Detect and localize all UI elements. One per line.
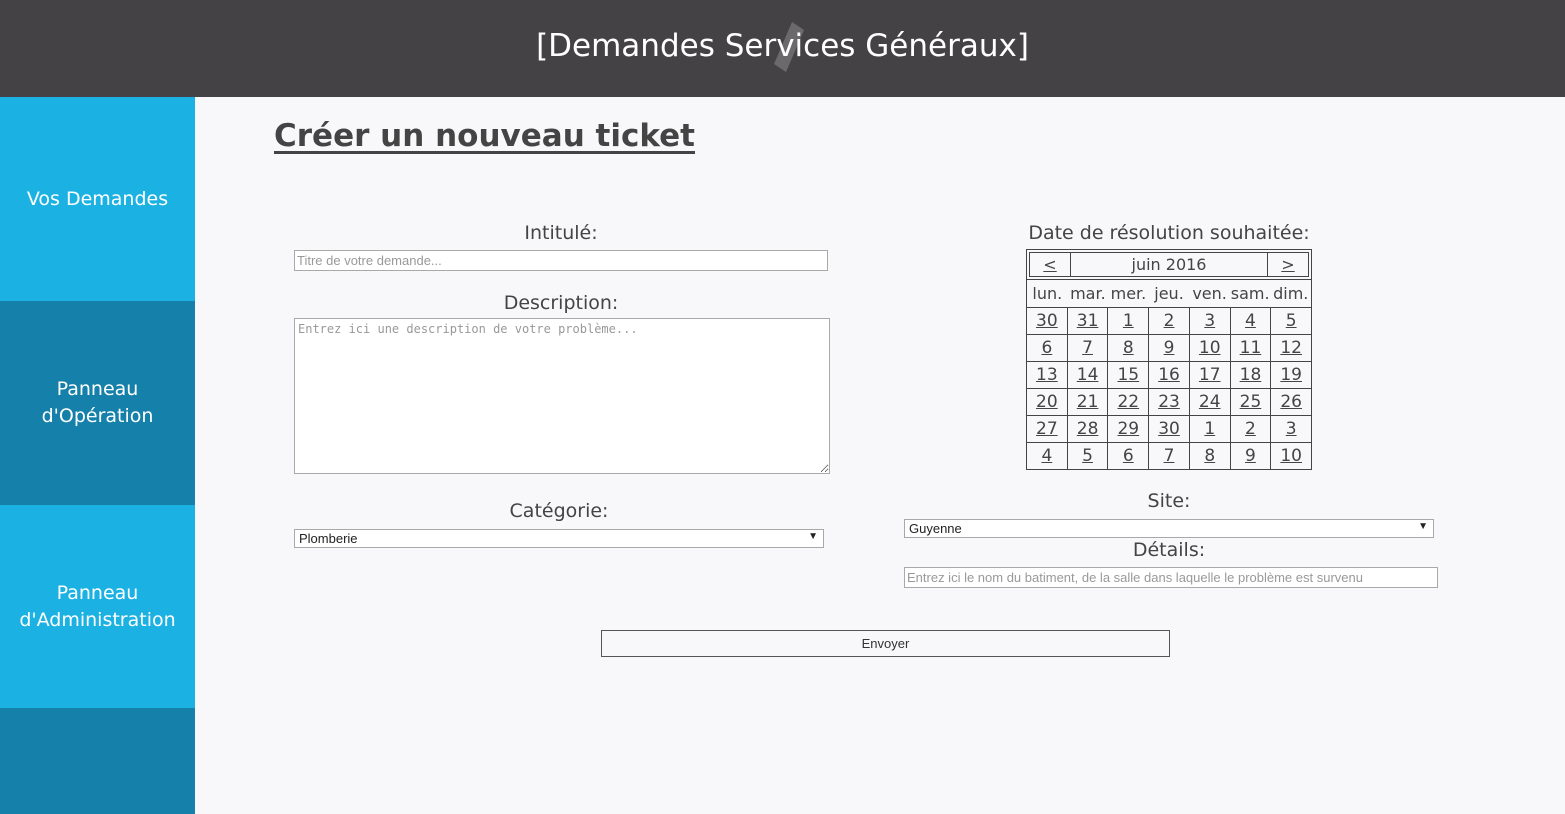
calendar-day[interactable]: 8 bbox=[1188, 443, 1230, 469]
date-label: Date de résolution souhaitée: bbox=[1028, 222, 1310, 244]
calendar-day[interactable]: 29 bbox=[1107, 416, 1148, 442]
sidebar-item-label: Panneau d'Opération bbox=[41, 378, 154, 427]
calendar-day[interactable]: 15 bbox=[1107, 362, 1148, 388]
calendar-weekday: mer. bbox=[1110, 284, 1147, 303]
calendar-day[interactable]: 3 bbox=[1270, 416, 1311, 442]
site-select[interactable]: Guyenne ▼ bbox=[904, 519, 1434, 538]
calendar-day[interactable]: 3 bbox=[1188, 308, 1230, 334]
calendar-day[interactable]: 9 bbox=[1148, 335, 1189, 361]
calendar-next-month-button[interactable]: > bbox=[1267, 253, 1308, 276]
site-label: Site: bbox=[1147, 490, 1191, 512]
dropdown-arrow-icon: ▼ bbox=[1418, 521, 1428, 532]
calendar-day[interactable]: 16 bbox=[1148, 362, 1189, 388]
calendar-day[interactable]: 27 bbox=[1027, 416, 1067, 442]
calendar-day[interactable]: 19 bbox=[1270, 362, 1311, 388]
calendar-day[interactable]: 21 bbox=[1066, 389, 1108, 415]
categorie-selected-value: Plomberie bbox=[299, 531, 358, 546]
calendar-day[interactable]: 4 bbox=[1229, 308, 1271, 334]
sidebar-item-label: Vos Demandes bbox=[26, 187, 169, 210]
calendar-weekday: jeu. bbox=[1154, 284, 1184, 303]
sidebar-item-panneau-administration[interactable]: Panneau d'Administration bbox=[0, 505, 195, 708]
calendar-day[interactable]: 18 bbox=[1229, 362, 1271, 388]
calendar-day[interactable]: 1 bbox=[1188, 416, 1230, 442]
calendar-weekday: dim. bbox=[1273, 284, 1309, 303]
calendar-day[interactable]: 10 bbox=[1270, 443, 1311, 469]
calendar-week-row: 4 5 6 7 8 9 10 bbox=[1027, 442, 1311, 469]
sidebar-filler bbox=[0, 708, 195, 814]
calendar-day[interactable]: 8 bbox=[1107, 335, 1148, 361]
calendar-body: 30 31 1 2 3 4 5 6 7 8 9 10 11 12 13 14 15 16 17 18 19 20 21 22 2… bbox=[1027, 307, 1311, 469]
page-title: Créer un nouveau ticket bbox=[274, 118, 695, 154]
sidebar-item-panneau-operation[interactable]: Panneau d'Opération bbox=[0, 301, 195, 505]
calendar-day[interactable]: 13 bbox=[1027, 362, 1067, 388]
calendar-day[interactable]: 24 bbox=[1188, 389, 1230, 415]
calendar-day[interactable]: 4 bbox=[1027, 443, 1067, 469]
calendar-day[interactable]: 6 bbox=[1027, 335, 1067, 361]
details-input[interactable] bbox=[904, 567, 1438, 588]
envoyer-button[interactable]: Envoyer bbox=[601, 630, 1170, 657]
sidebar-item-vos-demandes[interactable]: Vos Demandes bbox=[0, 97, 195, 301]
calendar-day[interactable]: 20 bbox=[1027, 389, 1067, 415]
calendar-prev-month-button[interactable]: < bbox=[1030, 253, 1071, 276]
calendar-day[interactable]: 5 bbox=[1270, 308, 1311, 334]
calendar-day[interactable]: 7 bbox=[1066, 335, 1108, 361]
calendar-day[interactable]: 9 bbox=[1229, 443, 1271, 469]
calendar-week-row: 13 14 15 16 17 18 19 bbox=[1027, 361, 1311, 388]
sidebar: Vos Demandes Panneau d'Opération Panneau… bbox=[0, 97, 195, 814]
categorie-label: Catégorie: bbox=[509, 500, 609, 522]
calendar-week-row: 6 7 8 9 10 11 12 bbox=[1027, 334, 1311, 361]
intitule-label: Intitulé: bbox=[524, 222, 598, 244]
calendar-day[interactable]: 14 bbox=[1066, 362, 1108, 388]
app-title: [Demandes Services Généraux] bbox=[536, 28, 1029, 64]
description-textarea[interactable] bbox=[294, 318, 830, 474]
calendar-day[interactable]: 17 bbox=[1188, 362, 1230, 388]
calendar-day[interactable]: 22 bbox=[1107, 389, 1148, 415]
calendar-day[interactable]: 6 bbox=[1107, 443, 1148, 469]
calendar-weekday: lun. bbox=[1032, 284, 1063, 303]
calendar-nav: < juin 2016 > bbox=[1029, 252, 1309, 277]
calendar-day[interactable]: 26 bbox=[1270, 389, 1311, 415]
calendar-day[interactable]: 25 bbox=[1229, 389, 1271, 415]
calendar-day[interactable]: 12 bbox=[1270, 335, 1311, 361]
calendar-week-row: 30 31 1 2 3 4 5 bbox=[1027, 307, 1311, 334]
calendar-day[interactable]: 30 bbox=[1148, 416, 1189, 442]
description-label: Description: bbox=[503, 292, 619, 314]
calendar-day[interactable]: 30 bbox=[1027, 308, 1067, 334]
dropdown-arrow-icon: ▼ bbox=[808, 531, 818, 542]
calendar-day[interactable]: 11 bbox=[1229, 335, 1271, 361]
calendar-day[interactable]: 23 bbox=[1148, 389, 1189, 415]
intitule-input[interactable] bbox=[294, 250, 828, 271]
calendar-day[interactable]: 10 bbox=[1188, 335, 1230, 361]
calendar-weekday: sam. bbox=[1230, 284, 1270, 303]
date-calendar: < juin 2016 > lun. mar. mer. jeu. ven. s… bbox=[1026, 249, 1312, 470]
calendar-day[interactable]: 28 bbox=[1066, 416, 1108, 442]
calendar-day[interactable]: 31 bbox=[1066, 308, 1108, 334]
calendar-week-row: 27 28 29 30 1 2 3 bbox=[1027, 415, 1311, 442]
calendar-day[interactable]: 5 bbox=[1066, 443, 1108, 469]
calendar-weekday: ven. bbox=[1192, 284, 1227, 303]
calendar-day[interactable]: 1 bbox=[1107, 308, 1148, 334]
app-header: [Demandes Services Généraux] bbox=[0, 0, 1565, 97]
calendar-weekdays: lun. mar. mer. jeu. ven. sam. dim. bbox=[1027, 279, 1311, 307]
calendar-day[interactable]: 2 bbox=[1229, 416, 1271, 442]
calendar-day[interactable]: 2 bbox=[1148, 308, 1189, 334]
calendar-month-title: juin 2016 bbox=[1131, 255, 1207, 274]
calendar-week-row: 20 21 22 23 24 25 26 bbox=[1027, 388, 1311, 415]
categorie-select[interactable]: Plomberie ▼ bbox=[294, 529, 824, 548]
calendar-day[interactable]: 7 bbox=[1148, 443, 1189, 469]
sidebar-item-label: Panneau d'Administration bbox=[19, 581, 176, 631]
calendar-weekday: mar. bbox=[1070, 284, 1106, 303]
site-selected-value: Guyenne bbox=[909, 521, 962, 536]
details-label: Détails: bbox=[1132, 539, 1206, 561]
